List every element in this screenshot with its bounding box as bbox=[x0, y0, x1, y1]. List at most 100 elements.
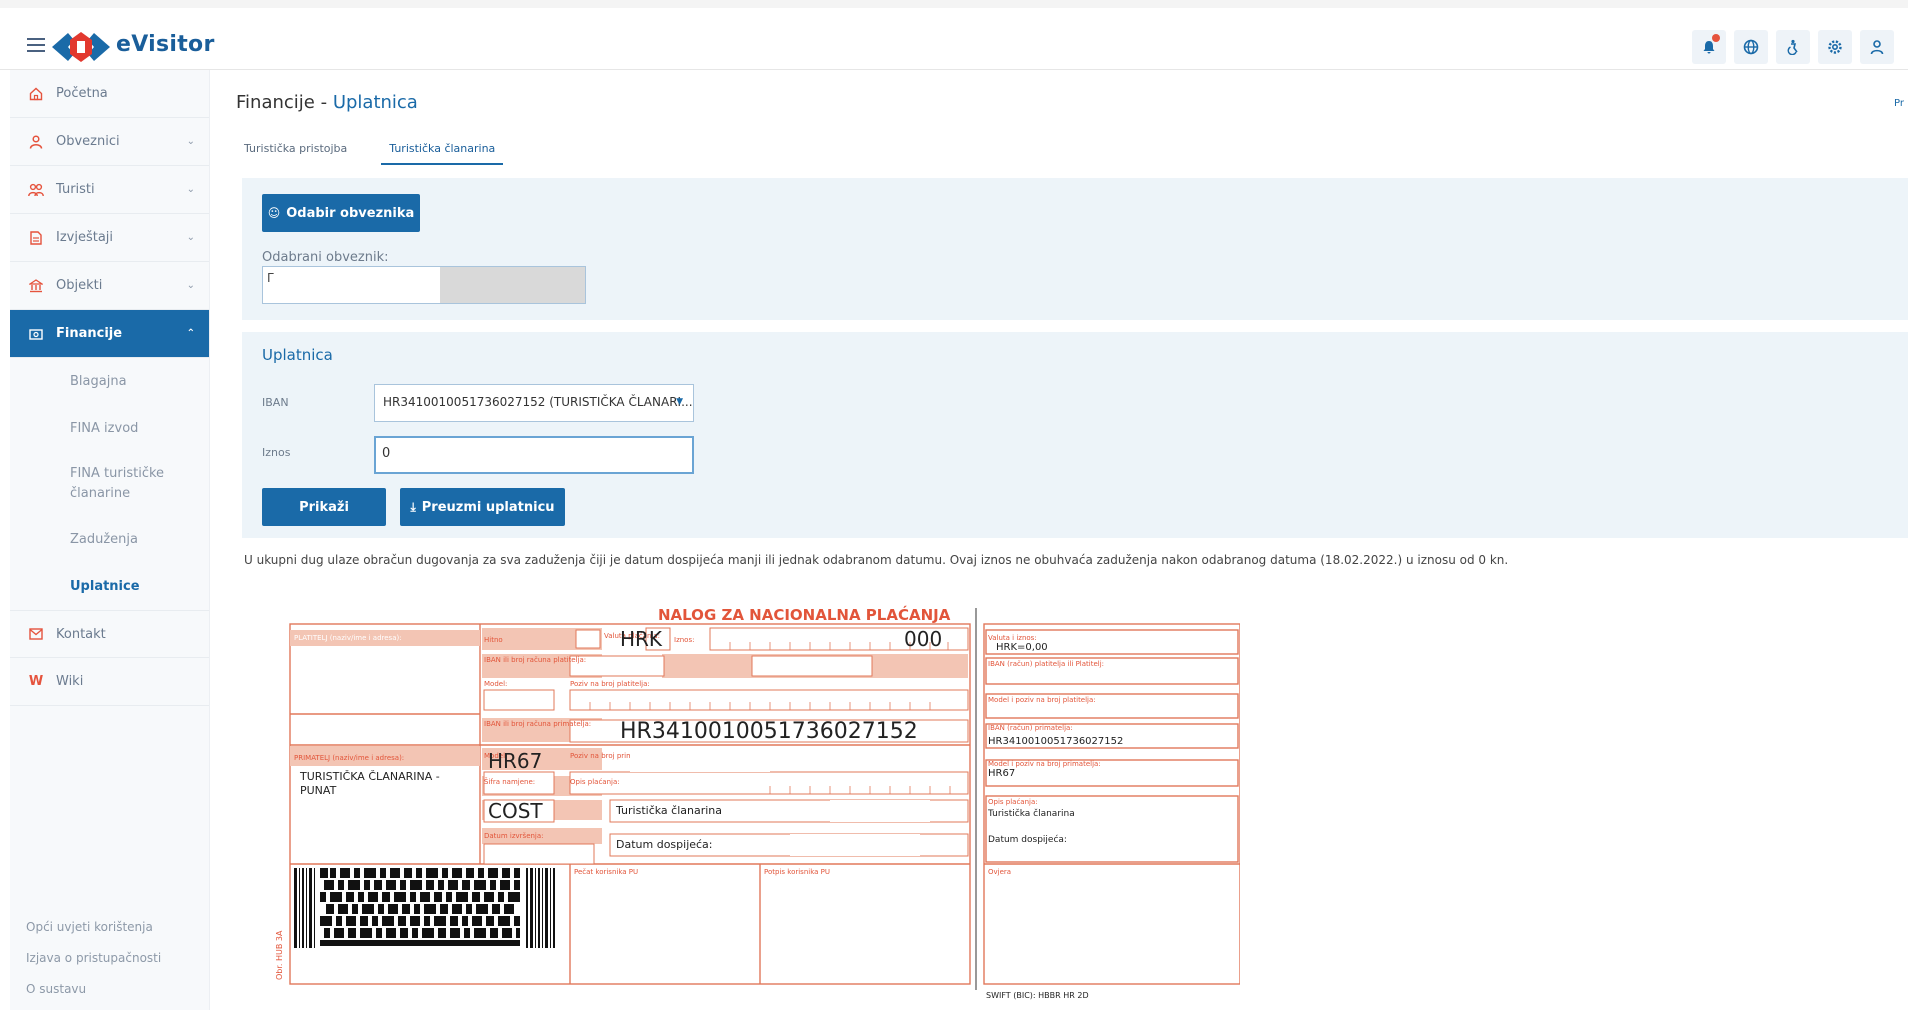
tab-turisticka-clanarina[interactable]: Turistička članarina bbox=[381, 136, 504, 165]
sidebar-subitem-zaduzenja[interactable]: Zaduženja bbox=[10, 516, 209, 563]
right-valuta-label: Valuta i iznos: bbox=[988, 634, 1037, 642]
select-obveznik-button[interactable]: ☺ Odabir obveznika bbox=[262, 194, 420, 232]
sidebar-item-label: Wiki bbox=[56, 674, 84, 689]
slip-primatelj-line1: TURISTIČKA ČLANARINA - bbox=[299, 770, 440, 783]
slip-title: NALOG ZA NACIONALNA PLAĆANJA bbox=[658, 605, 951, 624]
finance-icon bbox=[28, 326, 44, 342]
platitelj-label: PLATITELJ (naziv/ime i adresa): bbox=[294, 634, 402, 642]
sidebar-item-izvjestaji[interactable]: Izvještaji ⌄ bbox=[10, 214, 209, 262]
sidebar-item-turisti[interactable]: Turisti ⌄ bbox=[10, 166, 209, 214]
opis-label: Opis plaćanja: bbox=[570, 778, 620, 786]
terms-link[interactable]: Opći uvjeti korištenja bbox=[26, 920, 161, 934]
slip-iban-primatelj: HR3410010051736027152 bbox=[620, 719, 918, 744]
right-iban-platitelj-label: IBAN (račun) platitelja ili Platitelj: bbox=[988, 660, 1104, 668]
sidebar-item-obveznici[interactable]: Obveznici ⌄ bbox=[10, 118, 209, 166]
selected-obveznik-field[interactable]: Г bbox=[262, 266, 586, 304]
slip-datum-dospijeca: Datum dospijeća: bbox=[616, 838, 713, 851]
model-label: Model: bbox=[484, 680, 507, 688]
evisitor-logo[interactable] bbox=[52, 30, 110, 64]
sidebar-subitem-fina-izvod[interactable]: FINA izvod bbox=[10, 405, 209, 452]
iban-select-value: HR3410010051736027152 (TURISTIČKA ČLANAR… bbox=[383, 395, 693, 409]
sidebar: Početna Obveznici ⌄ Turisti ⌄ Izvještaji… bbox=[10, 70, 210, 1010]
sidebar-item-financije[interactable]: Financije ⌃ bbox=[10, 310, 209, 358]
payment-slip: NALOG ZA NACIONALNA PLAĆANJA PLATITELJ (… bbox=[270, 600, 1241, 1000]
page-title: Financije - Uplatnica bbox=[236, 92, 418, 113]
right-amount: HRK=0,00 bbox=[996, 642, 1048, 653]
about-link[interactable]: O sustavu bbox=[26, 982, 161, 996]
iznos-label: Iznos: bbox=[674, 636, 694, 644]
sidebar-item-label: Financije bbox=[56, 326, 123, 341]
sidebar-subitem-fina-turisticke-clanarine[interactable]: FINA turističke članarine bbox=[10, 452, 209, 516]
sidebar-subitem-label-line2: članarine bbox=[70, 486, 131, 501]
wiki-icon: W bbox=[28, 674, 44, 689]
download-icon: ⤓ bbox=[410, 499, 416, 514]
tab-turisticka-pristojba[interactable]: Turistička pristojba bbox=[236, 136, 355, 165]
user-icon[interactable] bbox=[1860, 30, 1894, 64]
page-title-accent: Uplatnica bbox=[332, 92, 418, 113]
iban-platitelj-label: IBAN ili broj računa platitelja: bbox=[484, 656, 586, 664]
slip-opis: Turistička članarina bbox=[615, 804, 722, 817]
amount-input[interactable]: 0 bbox=[374, 436, 694, 474]
show-button[interactable]: Prikaži bbox=[262, 488, 386, 526]
sifra-label: Šifra namjene: bbox=[484, 777, 535, 786]
sidebar-item-kontakt[interactable]: Kontakt bbox=[10, 610, 209, 658]
right-model-platitelj-label: Model i poziv na broj platitelja: bbox=[988, 696, 1096, 704]
datum-izvrsenja-label: Datum izvršenja: bbox=[484, 832, 544, 840]
globe-icon[interactable] bbox=[1734, 30, 1768, 64]
brand-name: eVisitor bbox=[116, 32, 215, 57]
right-iban-primatelj-label: IBAN (račun) primatelja: bbox=[988, 724, 1073, 732]
swift-code: SWIFT (BIC): HBBR HR 2D bbox=[986, 991, 1089, 1000]
selected-obveznik-label: Odabrani obveznik: bbox=[262, 250, 389, 265]
download-slip-button[interactable]: ⤓ Preuzmi uplatnicu bbox=[400, 488, 565, 526]
obveznik-panel: ☺ Odabir obveznika Odabrani obveznik: Г bbox=[242, 178, 1908, 320]
chevron-down-icon: ⌄ bbox=[186, 184, 195, 195]
iban-select[interactable]: HR3410010051736027152 (TURISTIČKA ČLANAR… bbox=[374, 384, 694, 422]
sidebar-subitem-blagajna[interactable]: Blagajna bbox=[10, 358, 209, 405]
chevron-down-icon: ⌄ bbox=[186, 136, 195, 147]
sidebar-subitem-label-line1: FINA turističke bbox=[70, 466, 165, 481]
home-icon bbox=[28, 86, 44, 102]
sidebar-item-label: Početna bbox=[56, 86, 108, 101]
accessibility-statement-link[interactable]: Izjava o pristupačnosti bbox=[26, 951, 161, 965]
right-edge-label[interactable]: Pr bbox=[1894, 98, 1904, 109]
sidebar-item-label: Objekti bbox=[56, 278, 103, 293]
mail-icon bbox=[28, 626, 44, 642]
report-icon bbox=[28, 230, 44, 246]
poziv-platitelj-label: Poziv na broj platitelja: bbox=[570, 680, 650, 688]
gear-icon[interactable] bbox=[1818, 30, 1852, 64]
sidebar-item-objekti[interactable]: Objekti ⌄ bbox=[10, 262, 209, 310]
right-datum: Datum dospijeća: bbox=[988, 834, 1067, 845]
right-iban-primatelj: HR3410010051736027152 bbox=[988, 736, 1123, 747]
sidebar-item-wiki[interactable]: W Wiki bbox=[10, 658, 209, 706]
primatelj-label: PRIMATELJ (naziv/ime i adresa): bbox=[294, 754, 404, 762]
accessibility-icon[interactable] bbox=[1776, 30, 1810, 64]
bell-icon[interactable] bbox=[1692, 30, 1726, 64]
people-icon bbox=[28, 182, 44, 198]
right-model-primatelj-label: Model i poziv na broj primatelja: bbox=[988, 760, 1101, 768]
sidebar-subitem-uplatnice[interactable]: Uplatnice bbox=[10, 563, 209, 610]
menu-icon[interactable] bbox=[27, 38, 45, 52]
hitno-label: Hitno bbox=[484, 636, 503, 644]
sidebar-item-label: Turisti bbox=[56, 182, 95, 197]
uplatnica-section-title: Uplatnica bbox=[262, 346, 333, 364]
pecat-label: Pečat korisnika PU bbox=[574, 868, 638, 876]
person-icon bbox=[28, 134, 44, 150]
potpis-label: Potpis korisnika PU bbox=[764, 868, 830, 876]
slip-currency: HRK bbox=[620, 627, 663, 651]
right-model-value: HR67 bbox=[988, 768, 1015, 779]
debt-notice: U ukupni dug ulaze obračun dugovanja za … bbox=[244, 553, 1509, 567]
sidebar-item-label: Obveznici bbox=[56, 134, 120, 149]
slip-primatelj-line2: PUNAT bbox=[300, 784, 337, 797]
building-icon bbox=[28, 278, 44, 294]
sidebar-item-pocetna[interactable]: Početna bbox=[10, 70, 209, 118]
right-opis-label: Opis plaćanja: bbox=[988, 798, 1038, 806]
slip-model: HR67 bbox=[488, 749, 542, 773]
tabs: Turistička pristojba Turistička članarin… bbox=[236, 136, 504, 165]
iban-label: IBAN bbox=[262, 396, 289, 409]
slip-sifra: COST bbox=[488, 799, 543, 823]
right-opis: Turistička članarina bbox=[987, 808, 1075, 819]
top-bar: eVisitor bbox=[0, 0, 1908, 70]
caret-down-icon: ▼ bbox=[676, 397, 683, 407]
form-code: Obr. HUB 3A bbox=[275, 930, 284, 980]
slip-amount: 000 bbox=[904, 627, 942, 651]
